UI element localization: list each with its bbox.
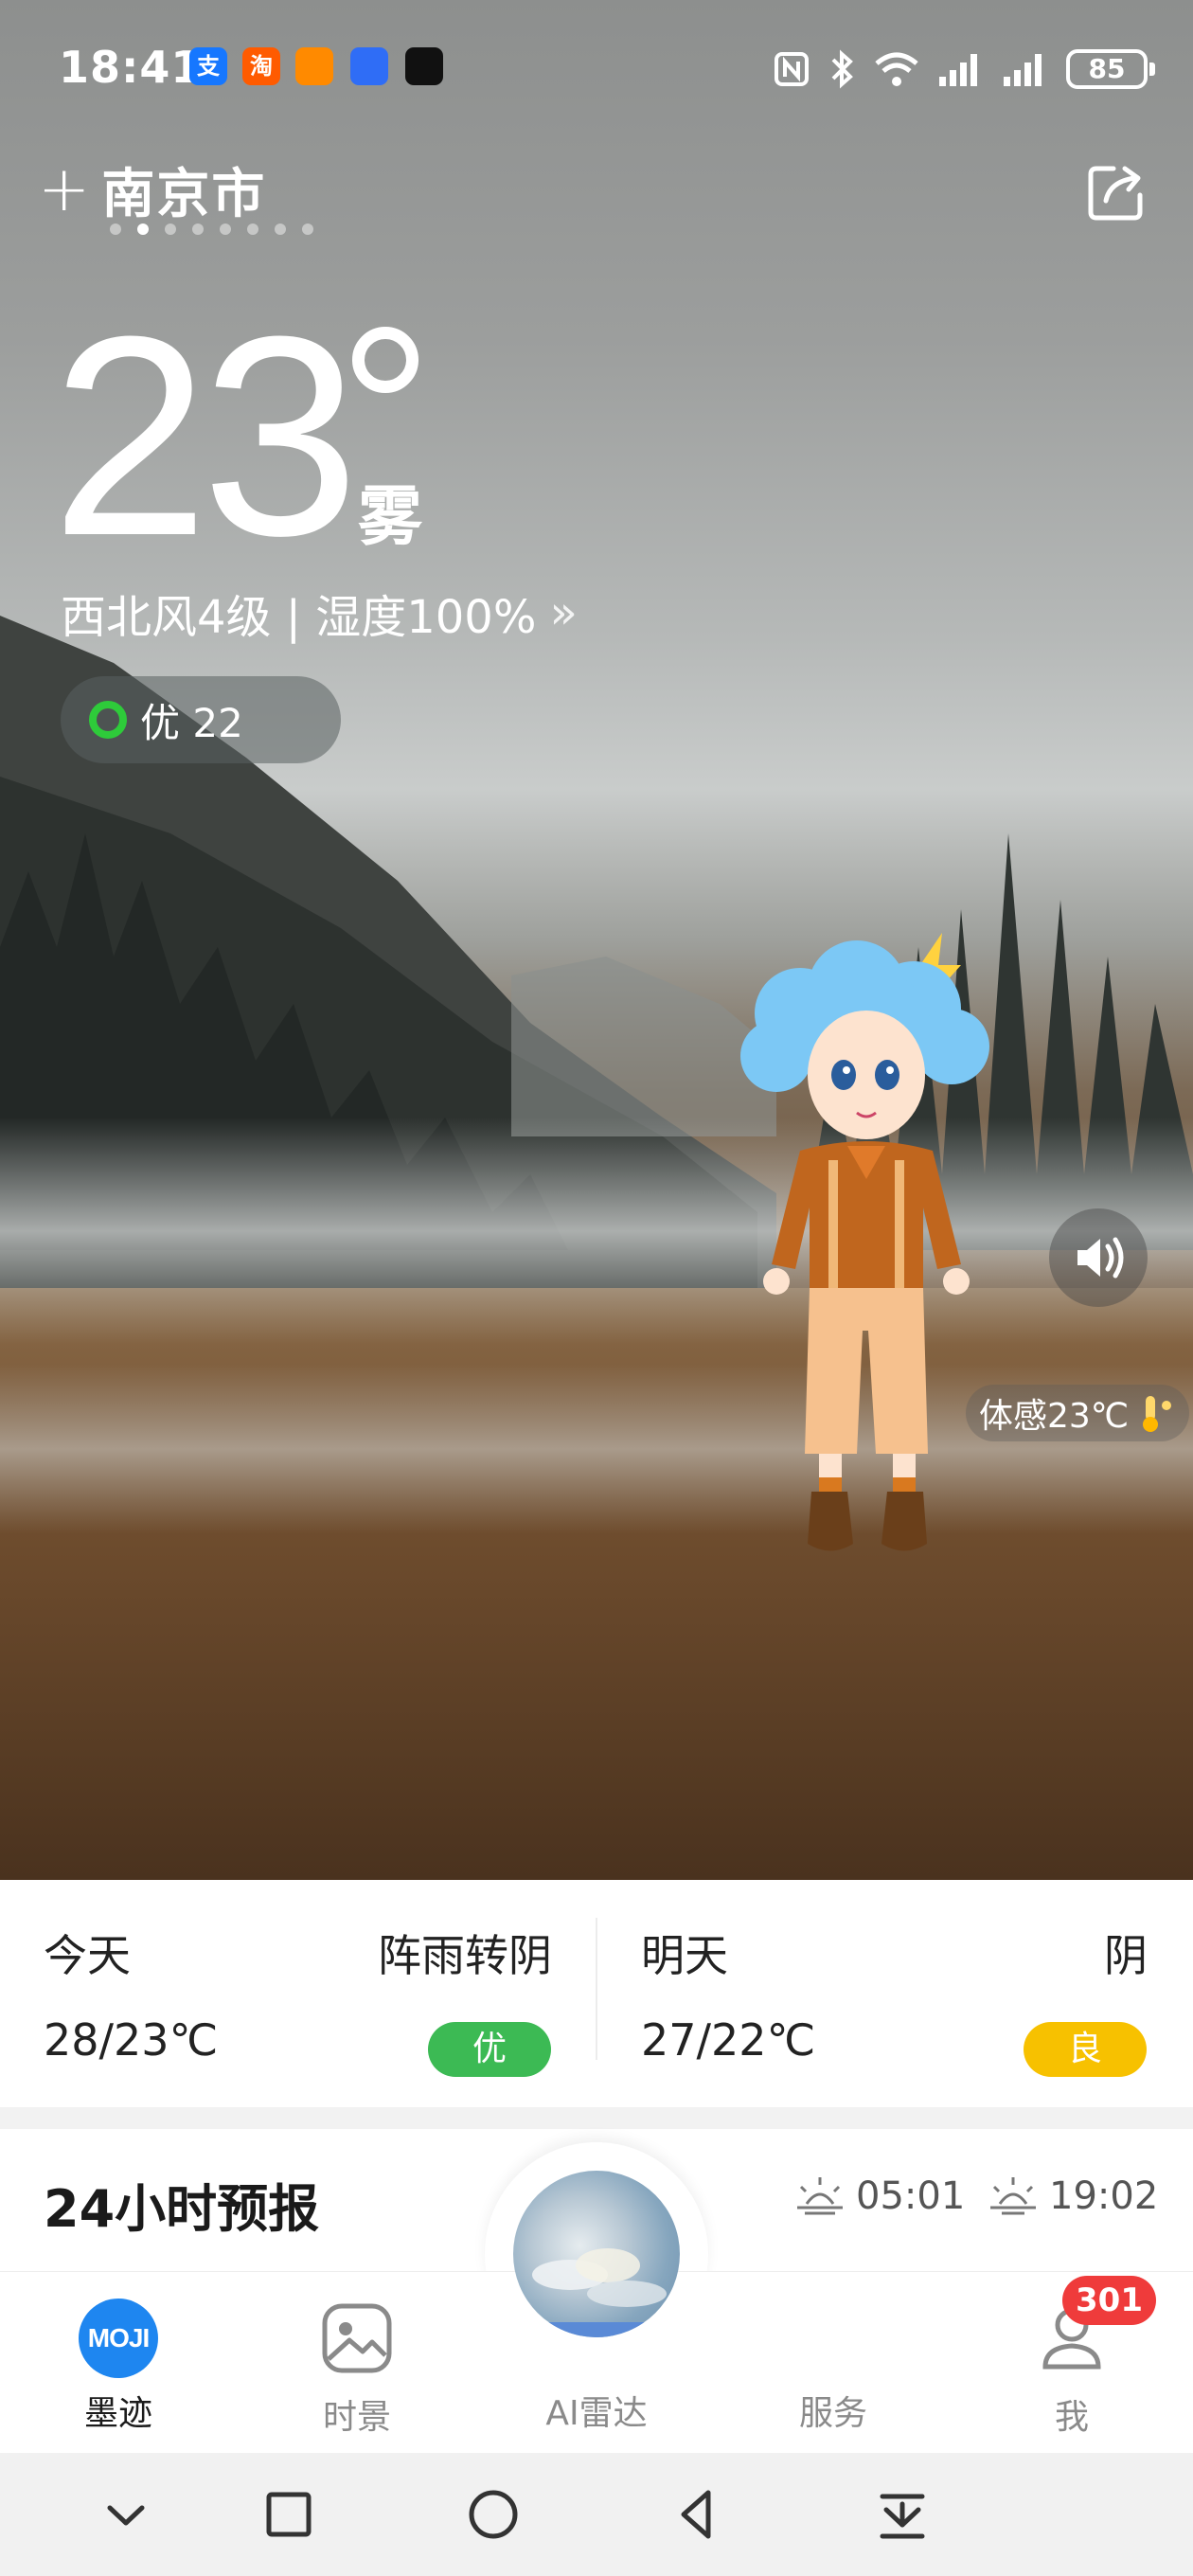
notification-badge: 301 [1062,2276,1156,2325]
sunset-info: 19:02 [987,2174,1158,2218]
current-temperature: 23 [51,277,360,595]
thermometer-icon [1143,1396,1172,1432]
page-dot [302,224,313,235]
nav-item-scenery[interactable]: 时景 [272,2299,442,2439]
tomorrow-aqi-badge: 良 [1024,2022,1147,2077]
page-indicator [110,224,313,235]
bluetooth-icon [831,49,853,89]
tomorrow-summary[interactable]: 明天 阴 27/22℃ 良 [597,1880,1193,2107]
nav-item-moji[interactable]: MOJI 墨迹 [33,2299,204,2435]
wind-humidity-row[interactable]: 西北风4级 | 湿度100% » [61,580,578,646]
sunrise-time: 05:01 [856,2174,966,2218]
feels-like-badge[interactable]: 体感23℃ [966,1385,1190,1441]
alipay-icon: 支 [189,47,227,85]
status-time: 18:41 [59,42,203,93]
aqi-button[interactable]: 优 22 [61,676,341,763]
recents-icon[interactable] [256,2481,322,2548]
app-notification-icon [350,47,388,85]
nav-label: 我 [1054,2398,1089,2437]
nav-label: 墨迹 [83,2394,152,2433]
page-dot-active [137,224,149,235]
speaker-icon [1077,1237,1124,1279]
sunrise-icon [797,2177,843,2215]
today-condition: 阵雨转阴 [378,1930,552,1981]
city-name[interactable]: 南京市 [101,152,266,228]
sunset-icon [990,2177,1036,2215]
feels-like-text: 体感23℃ [979,1397,1130,1436]
app-notification-icon [295,47,333,85]
daily-summary-card: 今天 阵雨转阴 28/23℃ 优 明天 阴 27/22℃ 良 [0,1880,1193,2107]
page-dot [110,224,121,235]
page-dot [165,224,176,235]
voice-broadcast-button[interactable] [1049,1208,1148,1307]
signal-icon [939,54,977,86]
ai-radar-button[interactable] [513,2171,680,2337]
back-icon[interactable] [665,2481,731,2548]
battery-indicator: 85 [1066,49,1155,89]
tomorrow-label: 明天 [641,1930,728,1981]
system-navigation-bar [0,2453,1193,2576]
chevron-right-icon: » [549,586,578,639]
taobao-icon: 淘 [242,47,280,85]
sunset-time: 19:02 [1049,2174,1159,2218]
city-selector[interactable]: + 南京市 [38,152,266,227]
wind-humidity-text: 西北风4级 | 湿度100% [61,591,537,644]
sky-preview-icon [513,2248,680,2337]
status-bar: 18:41 支 淘 85 [0,38,1193,98]
today-label: 今天 [44,1930,131,1981]
today-temp: 28/23℃ [44,2014,219,2066]
page-dot [247,224,258,235]
home-icon[interactable] [460,2481,526,2548]
degree-symbol [352,327,418,393]
sunrise-info: 05:01 [793,2174,965,2218]
current-condition: 雾 [358,480,423,555]
today-summary[interactable]: 今天 阵雨转阴 28/23℃ 优 [0,1880,596,2107]
page-dot [192,224,204,235]
nfc-icon [775,52,809,86]
tiktok-icon [405,47,443,85]
aqi-text: 优 22 [140,699,243,746]
signal-icon [1004,54,1042,86]
service-icon [793,2299,873,2378]
today-aqi-badge: 优 [428,2022,551,2077]
wifi-icon [875,52,918,86]
share-icon[interactable] [1085,161,1148,224]
tomorrow-temp: 27/22℃ [641,2014,816,2066]
moji-logo-icon: MOJI [79,2299,158,2378]
chevron-down-icon[interactable] [93,2481,159,2548]
nav-label: 服务 [798,2394,867,2433]
page-dot [275,224,286,235]
page-dot [220,224,231,235]
weather-avatar-character[interactable] [724,923,1013,1586]
nav-item-service[interactable]: 服务 [748,2299,918,2435]
notification-shade-icon[interactable] [869,2481,935,2548]
nav-label: 时景 [322,2398,391,2437]
tomorrow-condition: 阴 [1104,1930,1148,1981]
nav-label: AI雷达 [545,2394,648,2433]
aqi-ring-icon [89,701,127,739]
add-city-icon[interactable]: + [38,158,90,221]
hourly-forecast-title: 24小时预报 [44,2179,320,2239]
photo-icon [322,2303,392,2373]
